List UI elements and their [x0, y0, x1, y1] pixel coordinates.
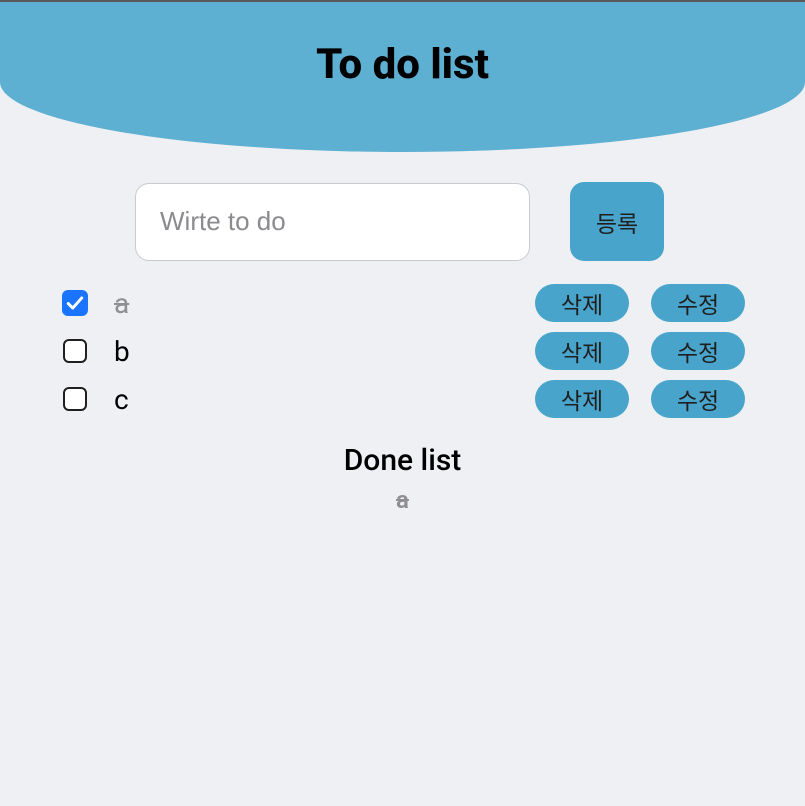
- item-label: a: [114, 287, 535, 320]
- done-item: a: [60, 486, 745, 514]
- item-label: c: [114, 383, 535, 416]
- row-actions: 삭제 수정: [535, 284, 745, 322]
- content: 등록 a 삭제 수정 b 삭제 수정: [0, 152, 805, 514]
- edit-button[interactable]: 수정: [651, 380, 745, 418]
- todo-input[interactable]: [135, 183, 530, 261]
- list-item: c 삭제 수정: [60, 375, 745, 423]
- edit-button[interactable]: 수정: [651, 284, 745, 322]
- done-title: Done list: [60, 443, 745, 478]
- checkbox[interactable]: [62, 338, 88, 364]
- header: To do list: [0, 2, 805, 152]
- delete-button[interactable]: 삭제: [535, 284, 629, 322]
- row-actions: 삭제 수정: [535, 380, 745, 418]
- done-section: Done list a: [60, 443, 745, 514]
- checkbox[interactable]: [62, 386, 88, 412]
- checkbox-unchecked-icon: [63, 387, 87, 411]
- row-actions: 삭제 수정: [535, 332, 745, 370]
- delete-button[interactable]: 삭제: [535, 332, 629, 370]
- list-item: a 삭제 수정: [60, 279, 745, 327]
- register-button[interactable]: 등록: [570, 182, 664, 261]
- checkbox-unchecked-icon: [63, 339, 87, 363]
- list-item: b 삭제 수정: [60, 327, 745, 375]
- input-row: 등록: [60, 182, 745, 261]
- todo-list: a 삭제 수정 b 삭제 수정 c 삭제 수정: [60, 279, 745, 423]
- page-title: To do list: [316, 40, 489, 89]
- delete-button[interactable]: 삭제: [535, 380, 629, 418]
- checkbox-checked-icon: [62, 290, 88, 316]
- item-label: b: [114, 335, 535, 368]
- edit-button[interactable]: 수정: [651, 332, 745, 370]
- checkbox[interactable]: [62, 290, 88, 316]
